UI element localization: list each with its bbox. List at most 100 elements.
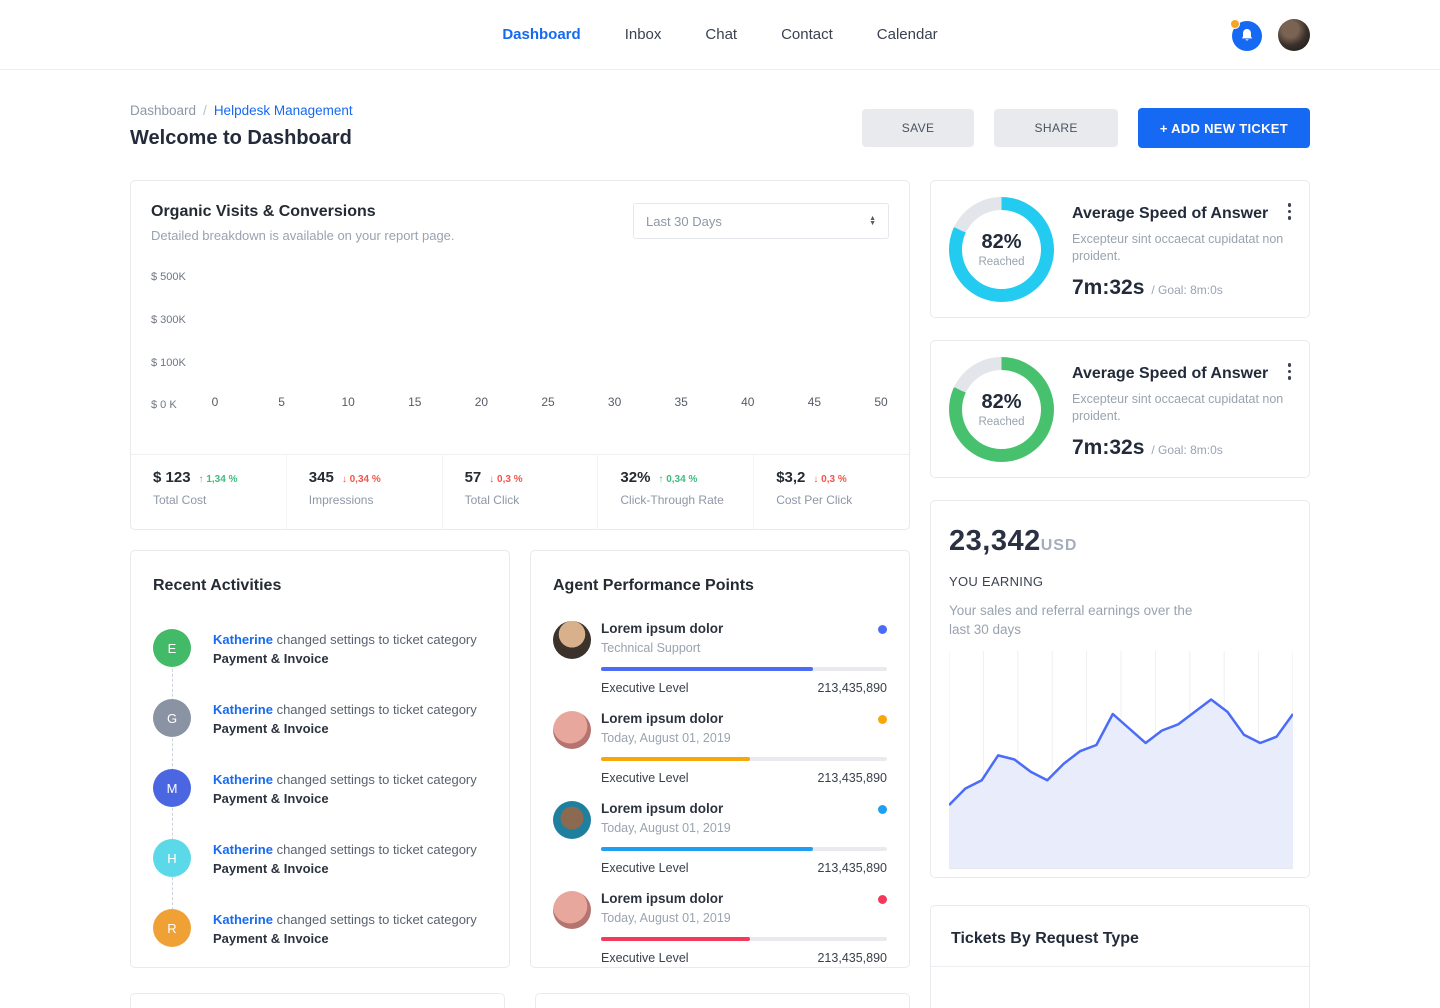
stat-label: Total Cost [153, 493, 286, 507]
agent-level: Executive Level [601, 951, 689, 965]
stat-value: 57 [465, 469, 482, 486]
organic-stats-row: $ 123↑ 1,34 %Total Cost345↓ 0,34 %Impres… [131, 454, 909, 529]
speed-of-answer-card-2: 82% Reached Average Speed of Answer Exce… [930, 340, 1310, 478]
select-updown-icon: ▲▼ [869, 216, 876, 226]
agent-avatar [553, 891, 591, 929]
y-axis-label: $ 0 K [151, 399, 177, 411]
notification-dot [1230, 19, 1240, 29]
agent-level: Executive Level [601, 771, 689, 785]
breadcrumb: Dashboard/Helpdesk Management [130, 103, 353, 118]
donut-reached-label: Reached [978, 416, 1024, 428]
user-avatar[interactable] [1278, 19, 1310, 51]
recent-activities-title: Recent Activities [153, 577, 487, 595]
agent-level: Executive Level [601, 861, 689, 875]
cutoff-card-right [535, 993, 910, 1008]
stat-cell: 345↓ 0,34 %Impressions [286, 455, 442, 529]
x-axis-label: 5 [278, 395, 285, 409]
agent-progress-bar [601, 847, 887, 851]
activity-target: Payment & Invoice [213, 791, 329, 806]
stat-cell: 57↓ 0,3 %Total Click [442, 455, 598, 529]
earnings-line-chart [949, 651, 1291, 874]
activity-text: Katherine changed settings to ticket cat… [213, 699, 477, 738]
speed-of-answer-card-1: 82% Reached Average Speed of Answer Exce… [930, 180, 1310, 318]
agent-progress-bar [601, 757, 887, 761]
earnings-desc: Your sales and referral earnings over th… [949, 601, 1199, 639]
activity-actor[interactable]: Katherine [213, 912, 273, 927]
organic-bar-chart: $ 500K$ 300K$ 100K$ 0 K 0510152025303540… [151, 273, 889, 413]
nav-item-contact[interactable]: Contact [781, 26, 833, 43]
date-range-select[interactable]: Last 30 Days ▲▼ [633, 203, 889, 239]
speed-card-title: Average Speed of Answer [1072, 205, 1287, 223]
nav-item-chat[interactable]: Chat [705, 26, 737, 43]
donut-chart-green: 82% Reached [949, 357, 1054, 462]
tickets-title: Tickets By Request Type [931, 906, 1309, 967]
tickets-by-request-type-card: Tickets By Request Type [930, 905, 1310, 1008]
activity-actor[interactable]: Katherine [213, 842, 273, 857]
agent-progress-bar [601, 667, 887, 671]
notifications-button[interactable] [1232, 19, 1264, 51]
x-axis-label: 15 [408, 395, 421, 409]
donut-chart-cyan: 82% Reached [949, 197, 1054, 302]
speed-goal: / Goal: 8m:0s [1151, 443, 1222, 457]
activity-text: Katherine changed settings to ticket cat… [213, 839, 477, 878]
activity-text: Katherine changed settings to ticket cat… [213, 629, 477, 668]
main-nav: Dashboard Inbox Chat Contact Calendar [0, 26, 1440, 43]
breadcrumb-current[interactable]: Helpdesk Management [214, 103, 353, 118]
share-button[interactable]: SHARE [994, 109, 1117, 147]
nav-item-dashboard[interactable]: Dashboard [502, 26, 580, 43]
status-dot [878, 715, 887, 724]
delta-down: ↓ 0,3 % [813, 474, 846, 485]
x-axis-label: 20 [475, 395, 488, 409]
stat-cell: $ 123↑ 1,34 %Total Cost [131, 455, 286, 529]
activity-item: RKatherine changed settings to ticket ca… [153, 909, 487, 948]
agent-name: Lorem ipsum dolor [601, 891, 731, 906]
activity-actor[interactable]: Katherine [213, 702, 273, 717]
x-axis-label: 35 [675, 395, 688, 409]
stat-value: $ 123 [153, 469, 191, 486]
activity-target: Payment & Invoice [213, 721, 329, 736]
nav-item-calendar[interactable]: Calendar [877, 26, 938, 43]
activity-avatar: H [153, 839, 191, 877]
x-axis-label: 25 [541, 395, 554, 409]
activity-actor[interactable]: Katherine [213, 772, 273, 787]
agent-name: Lorem ipsum dolor [601, 711, 731, 726]
bar-chart-y-axis: $ 500K$ 300K$ 100K$ 0 K [151, 273, 203, 385]
bar-chart-plot: 05101520253035404550 [215, 273, 881, 385]
agent-points: 213,435,890 [817, 951, 887, 965]
stat-value: 32% [620, 469, 650, 486]
cutoff-card-left [130, 993, 505, 1008]
add-new-ticket-button[interactable]: + ADD NEW TICKET [1138, 108, 1310, 148]
y-axis-label: $ 300K [151, 314, 186, 326]
speed-card-desc: Excepteur sint occaecat cupidatat non pr… [1072, 391, 1287, 425]
stat-value: $3,2 [776, 469, 805, 486]
activity-item: GKatherine changed settings to ticket ca… [153, 699, 487, 738]
agent-row: Lorem ipsum dolorToday, August 01, 2019E… [553, 711, 887, 785]
save-button[interactable]: SAVE [862, 109, 975, 147]
agent-row: Lorem ipsum dolorToday, August 01, 2019E… [553, 801, 887, 875]
activity-target: Payment & Invoice [213, 651, 329, 666]
nav-item-inbox[interactable]: Inbox [625, 26, 662, 43]
earnings-amount: 23,342 [949, 525, 1041, 557]
stat-label: Click-Through Rate [620, 493, 753, 507]
kebab-menu-icon[interactable] [1286, 201, 1294, 222]
breadcrumb-home[interactable]: Dashboard [130, 103, 196, 118]
activity-target: Payment & Invoice [213, 861, 329, 876]
kebab-menu-icon[interactable] [1286, 361, 1294, 382]
stat-label: Total Click [465, 493, 598, 507]
agent-performance-title: Agent Performance Points [553, 577, 887, 595]
organic-visits-card: Organic Visits & Conversions Detailed br… [130, 180, 910, 530]
speed-card-title: Average Speed of Answer [1072, 365, 1287, 383]
agent-avatar [553, 801, 591, 839]
agent-points: 213,435,890 [817, 681, 887, 695]
status-dot [878, 625, 887, 634]
earnings-label: YOU EARNING [949, 574, 1291, 589]
agent-row: Lorem ipsum dolorTechnical SupportExecut… [553, 621, 887, 695]
donut-percent: 82% [981, 391, 1021, 414]
status-dot [878, 805, 887, 814]
stat-cell: 32%↑ 0,34 %Click-Through Rate [597, 455, 753, 529]
recent-activities-card: Recent Activities EKatherine changed set… [130, 550, 510, 968]
top-navigation-bar: Dashboard Inbox Chat Contact Calendar [0, 0, 1440, 70]
agent-subtitle: Technical Support [601, 641, 723, 655]
donut-reached-label: Reached [978, 256, 1024, 268]
activity-actor[interactable]: Katherine [213, 632, 273, 647]
